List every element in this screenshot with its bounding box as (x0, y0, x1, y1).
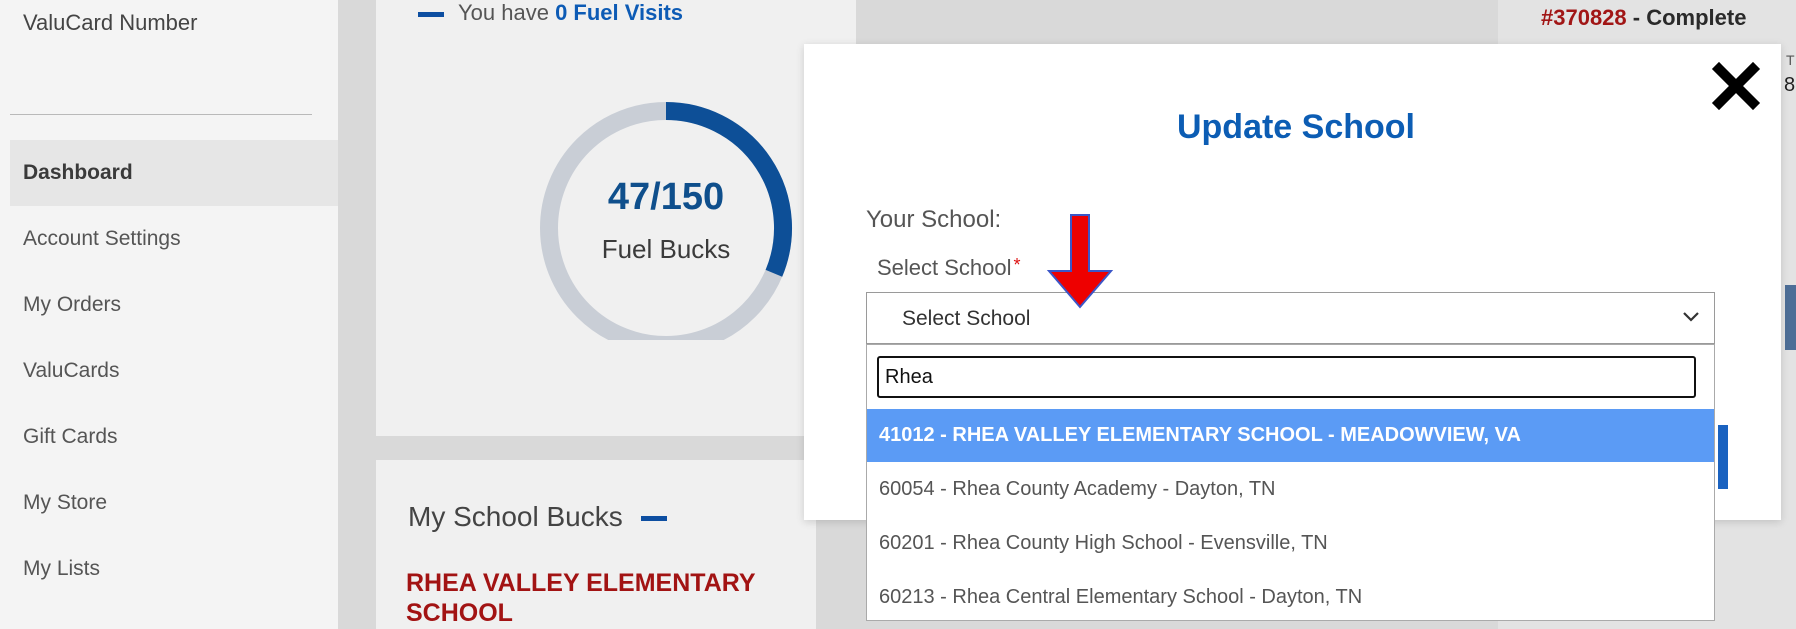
your-school-label: Your School: (866, 206, 1002, 233)
modal-title: Update School (1176, 108, 1416, 146)
sidebar-item-dashboard[interactable]: Dashboard (10, 140, 338, 206)
truncated-value: 8 (1784, 74, 1796, 96)
fuel-bucks-label: Fuel Bucks (601, 234, 731, 264)
modal-button-edge[interactable] (1718, 425, 1728, 489)
order-separator: - (1626, 5, 1647, 30)
truncated-text: T (1786, 52, 1795, 68)
school-search-input[interactable] (877, 356, 1696, 398)
sidebar-divider (10, 114, 312, 115)
school-name: RHEA VALLEY ELEMENTARY SCHOOL (406, 569, 756, 627)
close-icon[interactable] (1710, 60, 1762, 112)
school-select-value: Select School (902, 307, 1031, 330)
fuel-visits-prefix: You have (458, 0, 556, 25)
fuel-visits-text: You have 0 Fuel Visits (418, 0, 683, 26)
order-number[interactable]: #370828 (1541, 5, 1627, 30)
page-background: ValuCard Number Dashboard Account Settin… (0, 0, 1796, 629)
red-arrow-annotation (1046, 214, 1114, 309)
sidebar-item-valucards[interactable]: ValuCards (10, 338, 338, 404)
collapse-dash-icon[interactable] (640, 516, 667, 522)
order-status-text: Complete (1646, 5, 1747, 30)
select-school-label-text: Select School (877, 255, 1012, 280)
sidebar: ValuCard Number Dashboard Account Settin… (0, 0, 338, 629)
fuel-bucks-gauge (540, 102, 793, 340)
chevron-down-glyph (1683, 312, 1699, 322)
chevron-down-icon (1683, 312, 1699, 322)
school-option-60054[interactable]: 60054 - Rhea County Academy - Dayton, TN (867, 463, 1714, 516)
school-bucks-title: My School Bucks (408, 501, 667, 533)
red-arrow-shape (1046, 214, 1114, 309)
school-dropdown: 41012 - RHEA VALLEY ELEMENTARY SCHOOL - … (866, 344, 1715, 621)
fuel-visits-value: 0 Fuel Visits (555, 0, 684, 25)
school-select[interactable]: Select School (866, 292, 1715, 344)
sidebar-item-account-settings[interactable]: Account Settings (10, 206, 338, 272)
school-option-60213[interactable]: 60213 - Rhea Central Elementary School -… (867, 571, 1714, 624)
sidebar-item-my-orders[interactable]: My Orders (10, 272, 338, 338)
required-asterisk: * (1013, 255, 1021, 275)
school-option-60201[interactable]: 60201 - Rhea County High School - Evensv… (867, 517, 1714, 570)
side-tab[interactable] (1785, 285, 1796, 350)
sidebar-nav: Dashboard Account Settings My Orders Val… (10, 140, 338, 602)
sidebar-item-gift-cards[interactable]: Gift Cards (10, 404, 338, 470)
sidebar-item-my-lists[interactable]: My Lists (10, 536, 338, 602)
select-school-label: Select School * (877, 255, 1021, 281)
school-bucks-title-text: My School Bucks (408, 501, 623, 532)
sidebar-item-my-store[interactable]: My Store (10, 470, 338, 536)
school-option-41012[interactable]: 41012 - RHEA VALLEY ELEMENTARY SCHOOL - … (867, 409, 1714, 462)
close-icon-glyph (1711, 61, 1761, 111)
order-status: #370828 - Complete (1541, 5, 1746, 31)
valucard-number-label: ValuCard Number (23, 10, 198, 35)
screen: ValuCard Number Dashboard Account Settin… (0, 0, 1796, 629)
collapse-dash-icon[interactable] (418, 11, 444, 17)
fuel-bucks-progress: 47/150 (607, 176, 725, 218)
